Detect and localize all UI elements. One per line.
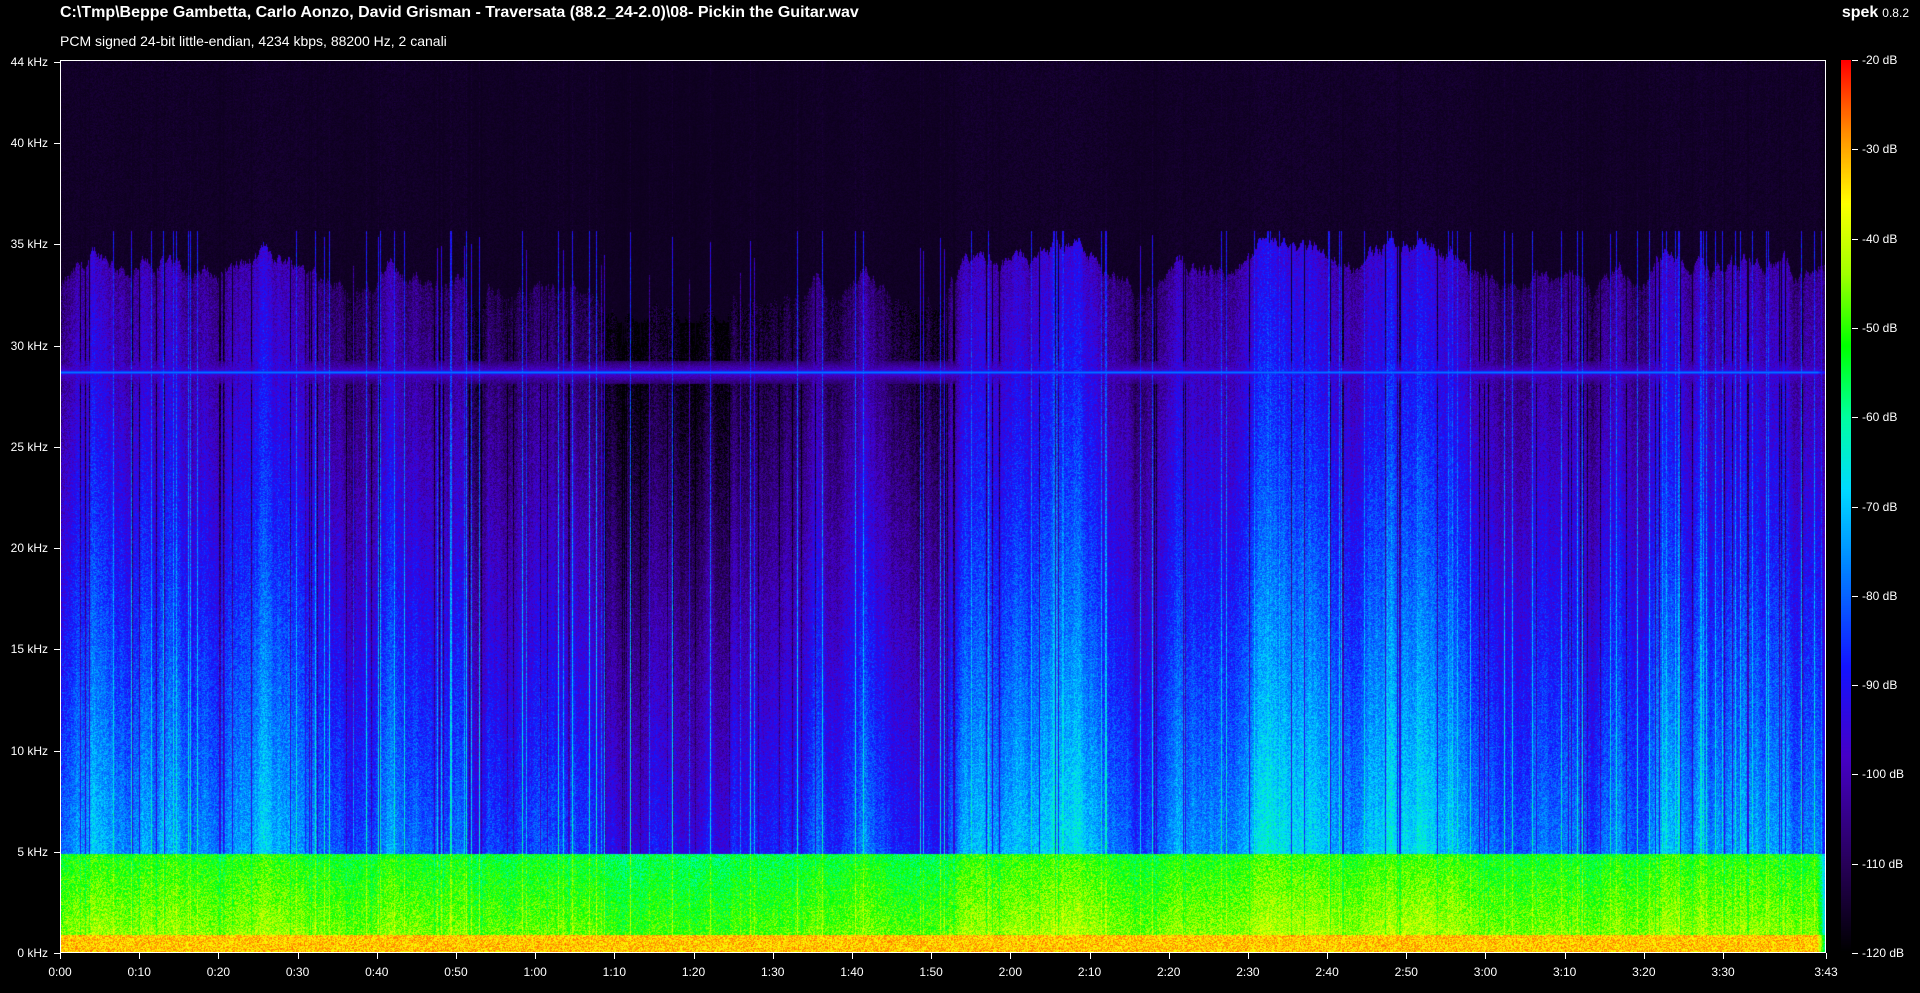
frequency-tick-label: 10 kHz — [10, 743, 48, 758]
frequency-tick-mark — [54, 62, 60, 63]
time-tick-label: 1:10 — [602, 965, 627, 979]
time-tick-label: 3:43 — [1814, 965, 1838, 979]
time-tick-mark — [139, 953, 140, 959]
db-tick-mark — [1852, 149, 1858, 150]
db-tick-label: -90 dB — [1862, 678, 1898, 693]
db-tick-label: -70 dB — [1862, 499, 1898, 514]
db-tick-label: -50 dB — [1862, 320, 1898, 335]
time-tick-label: 1:20 — [681, 965, 706, 979]
db-tick-label: -100 dB — [1862, 767, 1905, 782]
time-tick-label: 0:50 — [444, 965, 468, 979]
time-tick-mark — [377, 953, 378, 959]
frequency-tick-label: 20 kHz — [10, 541, 48, 555]
frequency-tick-label: 0 kHz — [17, 946, 48, 960]
time-tick-mark — [456, 953, 457, 959]
db-colorbar-gradient — [1841, 60, 1851, 953]
time-tick-mark — [1565, 953, 1566, 959]
time-tick-label: 3:30 — [1711, 965, 1735, 979]
db-tick-label: -40 dB — [1862, 231, 1898, 246]
db-tick-mark — [1852, 417, 1858, 418]
frequency-tick-mark — [54, 852, 60, 853]
time-tick-mark — [1248, 953, 1249, 959]
time-tick-label: 3:00 — [1473, 965, 1498, 979]
app-name: spek — [1841, 4, 1879, 21]
db-colorbar — [1841, 60, 1851, 953]
time-tick-mark — [931, 953, 932, 959]
frequency-tick-label: 25 kHz — [10, 439, 48, 454]
time-tick-label: 2:20 — [1157, 965, 1181, 979]
db-tick-label: -30 dB — [1862, 142, 1898, 157]
frequency-tick-label: 15 kHz — [10, 642, 48, 657]
db-tick-mark — [1852, 328, 1858, 329]
time-tick-mark — [852, 953, 853, 959]
time-tick-label: 2:10 — [1077, 965, 1102, 979]
time-tick-label: 2:40 — [1315, 965, 1339, 979]
time-tick-mark — [694, 953, 695, 959]
app-brand: spek 0.8.2 — [1842, 4, 1909, 22]
time-tick-mark — [1010, 953, 1011, 959]
db-tick-mark — [1852, 239, 1858, 240]
frequency-tick-label: 35 kHz — [10, 237, 48, 252]
time-tick-label: 2:30 — [1236, 965, 1260, 979]
time-tick-mark — [60, 953, 61, 959]
time-tick-mark — [298, 953, 299, 959]
time-tick-label: 2:50 — [1394, 965, 1418, 979]
db-tick-label: -110 dB — [1862, 856, 1904, 871]
time-tick-mark — [1090, 953, 1091, 959]
file-title: C:\Tmp\Beppe Gambetta, Carlo Aonzo, Davi… — [60, 4, 859, 21]
time-tick-mark — [1406, 953, 1407, 959]
frequency-tick-mark — [54, 244, 60, 245]
time-tick-mark — [1723, 953, 1724, 959]
db-tick-label: -60 dB — [1862, 410, 1898, 425]
time-tick-mark — [773, 953, 774, 959]
frequency-tick-label: 30 kHz — [10, 338, 48, 353]
frequency-tick-mark — [54, 649, 60, 650]
time-tick-label: 0:40 — [365, 965, 389, 979]
time-tick-mark — [1169, 953, 1170, 959]
db-tick-mark — [1852, 864, 1858, 865]
frequency-tick-mark — [54, 751, 60, 752]
time-tick-label: 1:50 — [919, 965, 943, 979]
frequency-tick-mark — [54, 447, 60, 448]
time-tick-label: 0:30 — [285, 965, 310, 979]
db-tick-mark — [1852, 60, 1858, 61]
db-tick-label: -20 dB — [1862, 53, 1898, 67]
time-tick-label: 2:00 — [998, 965, 1022, 979]
time-tick-mark — [218, 953, 219, 959]
spectrogram-plot — [60, 60, 1826, 953]
time-tick-label: 3:20 — [1632, 965, 1656, 979]
time-tick-mark — [535, 953, 536, 959]
time-tick-mark — [1327, 953, 1328, 959]
db-tick-label: -120 dB — [1862, 946, 1905, 960]
frequency-tick-label: 40 kHz — [10, 136, 48, 151]
time-tick-label: 1:40 — [840, 965, 864, 979]
time-tick-mark — [1485, 953, 1486, 959]
db-tick-mark — [1852, 953, 1858, 954]
time-tick-label: 1:30 — [761, 965, 785, 979]
db-tick-label: -80 dB — [1862, 588, 1898, 603]
stream-info: PCM signed 24-bit little-endian, 4234 kb… — [60, 33, 447, 49]
frequency-tick-mark — [54, 346, 60, 347]
db-tick-mark — [1852, 774, 1858, 775]
frequency-tick-label: 44 kHz — [10, 55, 48, 70]
db-tick-mark — [1852, 685, 1858, 686]
time-tick-mark — [1644, 953, 1645, 959]
time-tick-label: 1:00 — [523, 965, 547, 979]
time-tick-label: 0:00 — [48, 965, 72, 979]
app-version: 0.8.2 — [1882, 6, 1909, 20]
time-tick-label: 0:20 — [206, 965, 231, 979]
db-tick-mark — [1852, 507, 1858, 508]
db-tick-mark — [1852, 596, 1858, 597]
frequency-tick-label: 5 kHz — [17, 844, 48, 859]
time-tick-mark — [1826, 953, 1827, 959]
time-tick-label: 0:10 — [127, 965, 151, 979]
spectrogram-canvas — [61, 61, 1825, 952]
time-tick-label: 3:10 — [1552, 965, 1577, 979]
frequency-tick-mark — [54, 548, 60, 549]
frequency-tick-mark — [54, 143, 60, 144]
time-tick-mark — [614, 953, 615, 959]
